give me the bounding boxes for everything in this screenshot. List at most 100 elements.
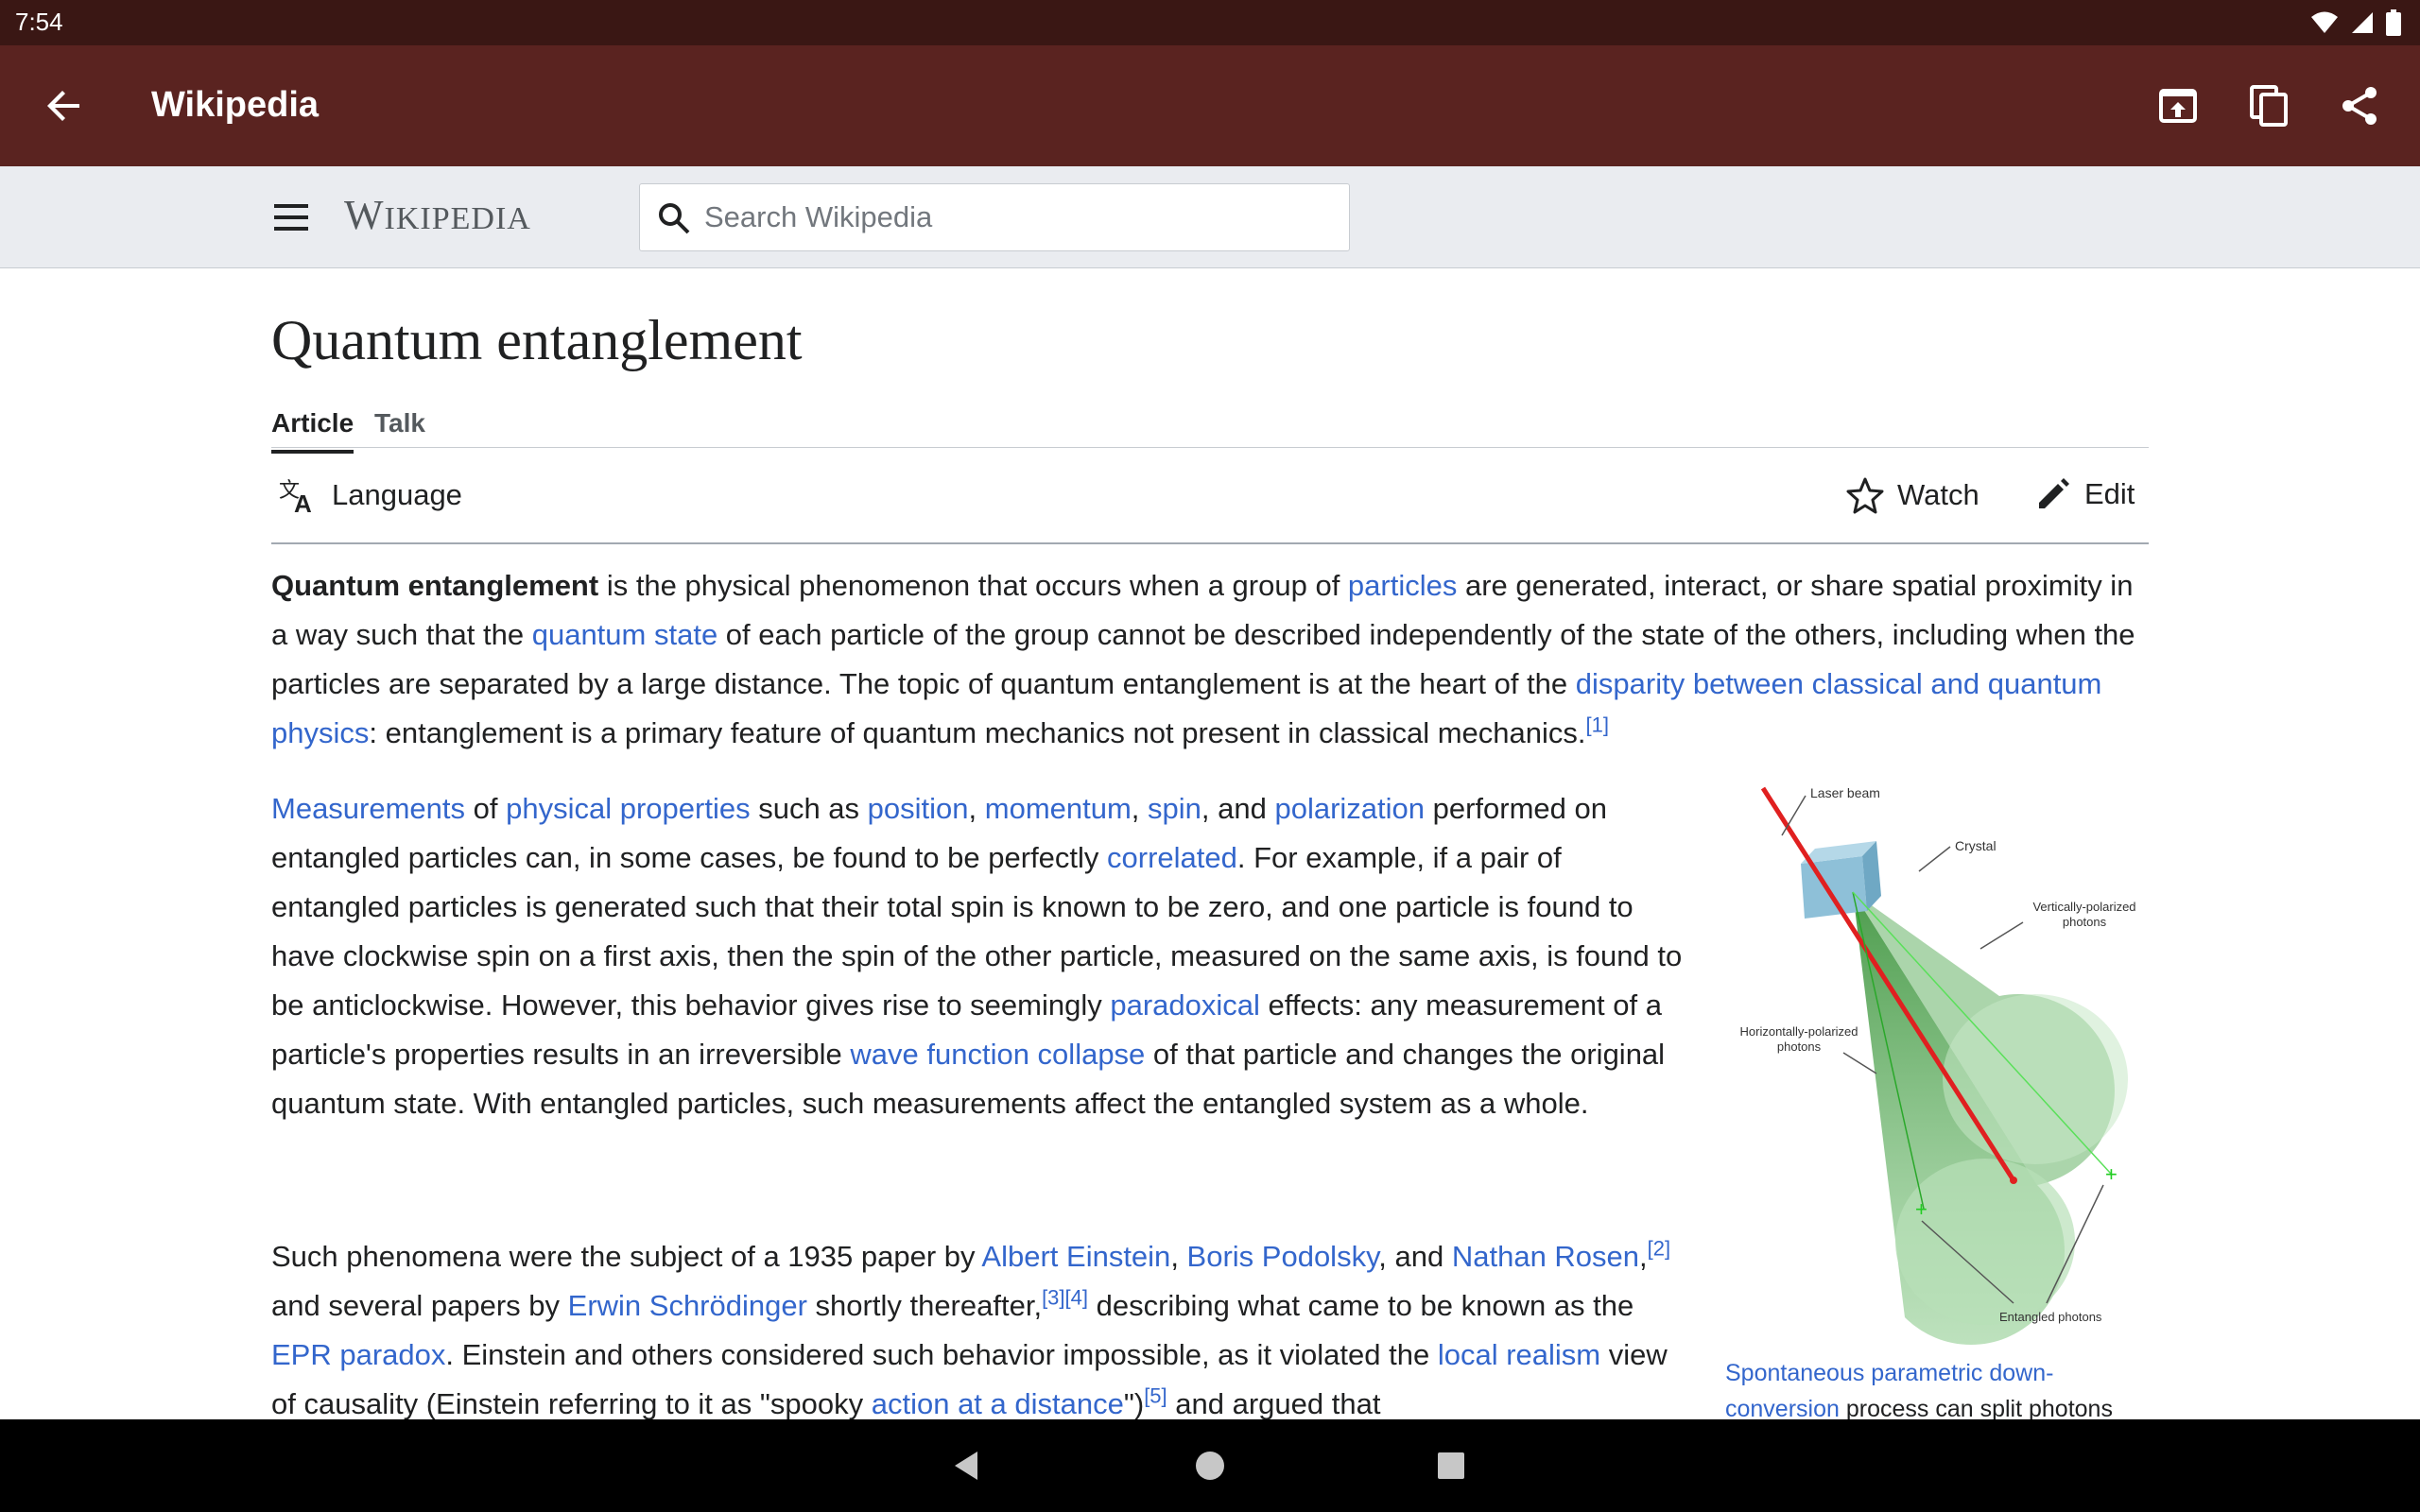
link-quantum-state[interactable]: quantum state xyxy=(532,618,717,651)
wifi-icon xyxy=(2311,11,2338,33)
article-content: Quantum entanglement Article Talk 文 A La… xyxy=(271,268,2149,1419)
text-run: describing what came to be known as the xyxy=(1088,1289,1634,1322)
search-input[interactable] xyxy=(704,194,1328,241)
link-epr-paradox[interactable]: EPR paradox xyxy=(271,1338,445,1371)
tab-article[interactable]: Article xyxy=(271,408,354,454)
text-run: , xyxy=(1639,1240,1648,1273)
copy-icon[interactable] xyxy=(2246,83,2291,129)
text-run: of xyxy=(465,792,507,825)
nav-home-icon[interactable] xyxy=(1190,1446,1230,1486)
status-time: 7:54 xyxy=(15,8,63,36)
link-local-realism[interactable]: local realism xyxy=(1438,1338,1600,1371)
link-albert-einstein[interactable]: Albert Einstein xyxy=(981,1240,1170,1273)
caption-text: process can split photons xyxy=(1839,1396,2113,1419)
photon-marker-2: + xyxy=(2105,1162,2118,1186)
text-run: , and xyxy=(1378,1240,1452,1273)
link-polarization[interactable]: polarization xyxy=(1274,792,1425,825)
text-run: Such phenomena were the subject of a 193… xyxy=(271,1240,982,1273)
link-boris-podolsky[interactable]: Boris Podolsky xyxy=(1187,1240,1379,1273)
link-momentum[interactable]: momentum xyxy=(985,792,1132,825)
label-horizontal-1: Horizontally-polarized xyxy=(1740,1024,1858,1039)
text-run: is the physical phenomenon that occurs w… xyxy=(598,569,1348,602)
app-title: Wikipedia xyxy=(151,85,320,125)
label-crystal: Crystal xyxy=(1955,838,1996,853)
language-button[interactable]: 文 A Language xyxy=(279,476,462,514)
link-paradoxical[interactable]: paradoxical xyxy=(1110,988,1260,1022)
reference-5[interactable]: [5] xyxy=(1144,1384,1167,1408)
text-run: : entanglement is a primary feature of q… xyxy=(369,716,1586,749)
status-icons xyxy=(2310,9,2401,36)
link-nathan-rosen[interactable]: Nathan Rosen xyxy=(1452,1240,1639,1273)
text-run: and argued that xyxy=(1167,1387,1381,1419)
nav-back-icon[interactable] xyxy=(947,1446,987,1486)
paragraph-1: Quantum entanglement is the physical phe… xyxy=(271,561,2149,758)
label-vertical-1: Vertically-polarized xyxy=(2032,900,2135,914)
link-erwin-schrodinger[interactable]: Erwin Schrödinger xyxy=(568,1289,807,1322)
reference-3[interactable]: [3] xyxy=(1042,1286,1064,1310)
system-nav-bar xyxy=(0,1419,2420,1512)
pencil-icon xyxy=(2039,478,2069,508)
star-icon xyxy=(1846,477,1884,514)
nav-recents-icon[interactable] xyxy=(1431,1446,1471,1486)
laser-end xyxy=(2010,1177,2017,1184)
paragraph-3: Such phenomena were the subject of a 193… xyxy=(271,1232,1689,1419)
label-laser-beam: Laser beam xyxy=(1810,785,1880,800)
edit-button[interactable]: Edit xyxy=(2035,476,2135,512)
pointer-laser xyxy=(1781,795,1806,836)
pointer-vertical xyxy=(1979,921,2024,950)
label-horizontal-2: photons xyxy=(1777,1040,1822,1054)
text-run: shortly thereafter, xyxy=(806,1289,1043,1322)
link-physical-properties[interactable]: physical properties xyxy=(506,792,750,825)
text-run: , xyxy=(968,792,985,825)
app-bar: Wikipedia xyxy=(0,45,2420,166)
link-particles[interactable]: particles xyxy=(1348,569,1457,602)
text-run: , xyxy=(1131,792,1149,825)
share-icon[interactable] xyxy=(2337,83,2382,129)
pointer-horizontal xyxy=(1842,1052,1877,1074)
paragraph-2: Measurements of physical properties such… xyxy=(271,784,1689,1128)
reference-1[interactable]: [1] xyxy=(1586,713,1609,737)
signal-icon xyxy=(2352,12,2373,33)
link-spin[interactable]: spin xyxy=(1148,792,1201,825)
language-label: Language xyxy=(332,478,462,511)
pointer-crystal xyxy=(1918,846,1951,872)
text-run: and several papers by xyxy=(271,1289,568,1322)
watch-label: Watch xyxy=(1897,478,1979,511)
tab-talk[interactable]: Talk xyxy=(374,408,425,450)
open-in-browser-icon[interactable] xyxy=(2155,83,2201,129)
text-run: , and xyxy=(1201,792,1275,825)
svg-text:A: A xyxy=(294,490,312,514)
status-bar: 7:54 xyxy=(0,0,2420,45)
text-run: ") xyxy=(1123,1387,1145,1419)
text-run: such as xyxy=(750,792,868,825)
search-box[interactable] xyxy=(639,183,1350,251)
label-entangled-photons: Entangled photons xyxy=(1999,1310,2102,1324)
photon-marker-1: + xyxy=(1915,1197,1927,1221)
link-measurements[interactable]: Measurements xyxy=(271,792,465,825)
battery-icon xyxy=(2386,9,2401,36)
wikipedia-wordmark[interactable]: WIKIPEDIA xyxy=(344,191,531,239)
link-wave-function-collapse[interactable]: wave function collapse xyxy=(850,1038,1145,1071)
wordmark-initial: W xyxy=(344,192,385,238)
label-vertical-2: photons xyxy=(2063,915,2107,929)
menu-icon[interactable] xyxy=(272,198,310,236)
article-tabs: Article Talk xyxy=(271,401,2149,454)
search-icon xyxy=(659,203,690,234)
edit-label: Edit xyxy=(2084,477,2135,510)
text-run: , xyxy=(1170,1240,1187,1273)
watch-button[interactable]: Watch xyxy=(1846,476,1979,514)
link-correlated[interactable]: correlated xyxy=(1107,841,1237,874)
reference-4[interactable]: [4] xyxy=(1065,1286,1088,1310)
translate-icon: 文 A xyxy=(279,478,312,514)
figure-caption: Spontaneous parametric down-conversion p… xyxy=(1725,1355,2149,1419)
link-action-at-a-distance[interactable]: action at a distance xyxy=(872,1387,1124,1419)
reference-2[interactable]: [2] xyxy=(1648,1237,1670,1261)
back-arrow-icon[interactable] xyxy=(42,83,87,129)
link-position[interactable]: position xyxy=(868,792,969,825)
spdc-diagram[interactable]: + + Laser beam Crystal Vertically-polari… xyxy=(1725,779,2149,1365)
bold-term: Quantum entanglement xyxy=(271,569,599,602)
text-run: . Einstein and others considered such be… xyxy=(445,1338,1438,1371)
page-actions: 文 A Language Watch Edit xyxy=(271,448,2149,544)
wiki-header: WIKIPEDIA xyxy=(0,166,2420,268)
page-title: Quantum entanglement xyxy=(271,309,803,371)
